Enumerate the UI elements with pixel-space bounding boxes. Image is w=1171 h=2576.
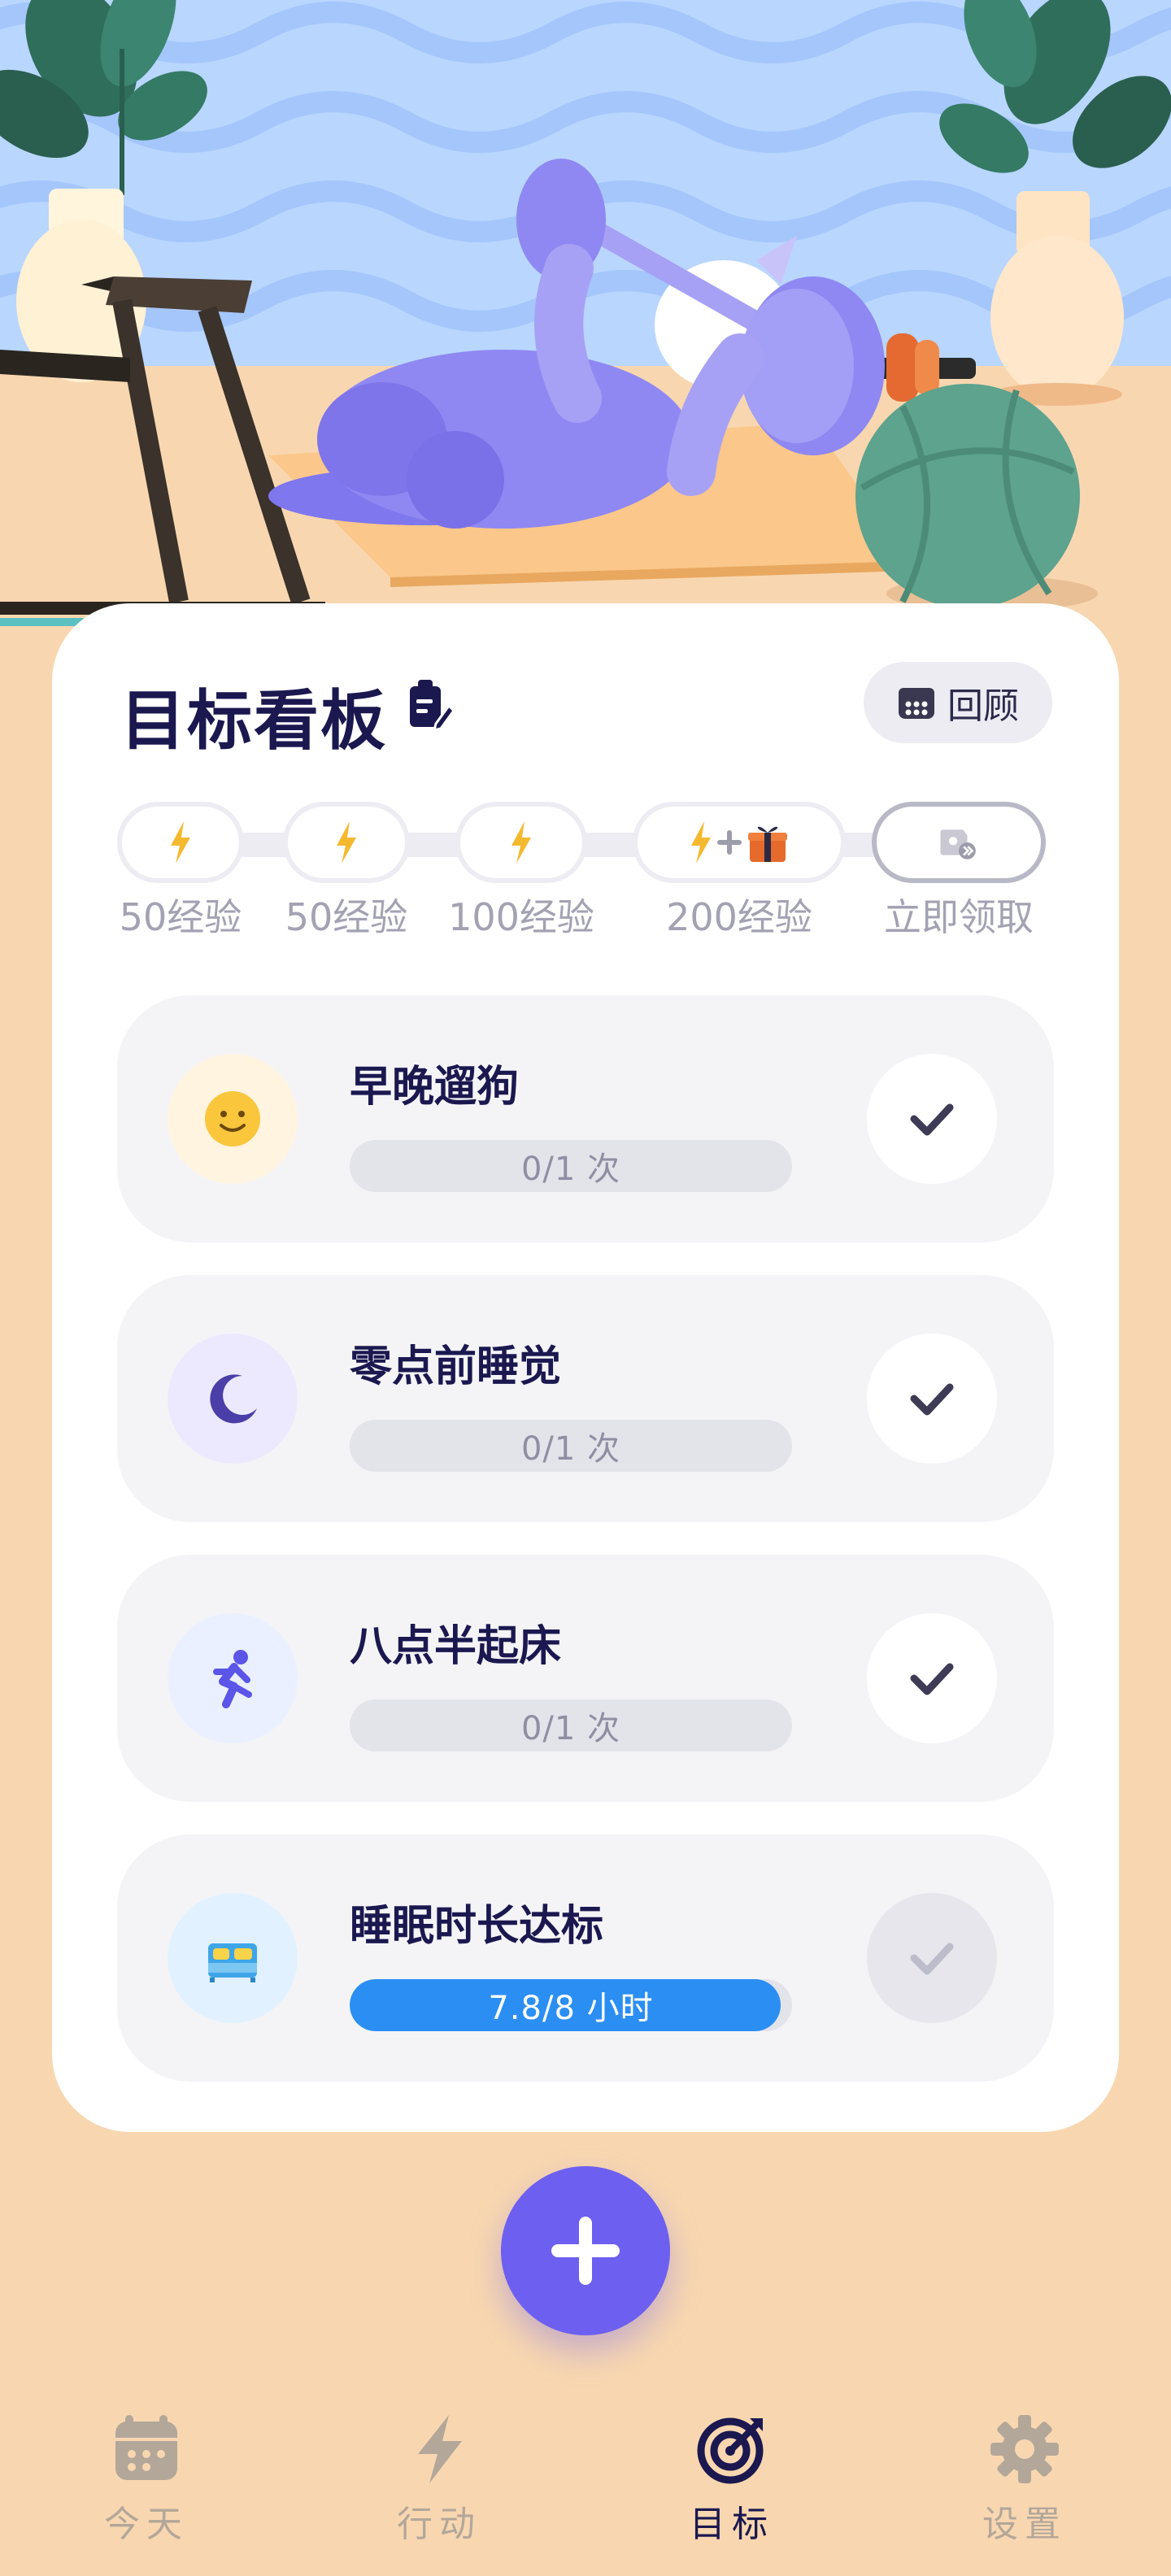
claim-ticket-icon: [940, 829, 976, 859]
check-icon: [910, 1383, 954, 1416]
goal-icon-badge: [168, 1613, 298, 1743]
plus-icon: [717, 830, 742, 855]
goal-icon-badge: [168, 1054, 298, 1184]
goal-item-wake-up[interactable]: 八点半起床 0/1 次: [117, 1555, 1054, 1802]
nav-item-goals[interactable]: 目标: [586, 2391, 878, 2576]
goal-progress-bar: 0/1 次: [350, 1420, 792, 1472]
workout-scene-illustration: [0, 0, 1171, 651]
goal-board-card: 目标看板 回顾 50经验 50经验 100经验 200经验 立即领取 早晚遛狗 …: [52, 603, 1119, 2132]
calendar-icon: [899, 688, 934, 719]
complete-check-button[interactable]: [867, 1334, 997, 1464]
goal-progress-text: 7.8/8 小时: [488, 1990, 654, 2027]
goal-progress-text: 0/1 次: [520, 1430, 621, 1468]
target-icon: [697, 2417, 764, 2484]
goal-progress-text: 0/1 次: [520, 1151, 621, 1188]
lightning-icon: [337, 821, 356, 864]
goal-name: 八点半起床: [350, 1622, 562, 1671]
goal-name: 零点前睡觉: [350, 1342, 562, 1391]
goal-name: 早晚遛狗: [350, 1063, 520, 1112]
goal-item-sleep-duration[interactable]: 睡眠时长达标 7.8/8 小时: [117, 1834, 1054, 2082]
hero-illustration: [0, 0, 1171, 651]
smiley-icon: [205, 1091, 260, 1147]
plus-icon: [551, 2217, 620, 2285]
complete-check-button[interactable]: [867, 1054, 997, 1184]
lightning-icon: [511, 821, 531, 864]
check-icon: [910, 1663, 954, 1695]
goal-progress-bar: 7.8/8 小时: [350, 1979, 792, 2031]
nav-label: 行动: [397, 2504, 481, 2545]
review-label: 回顾: [947, 685, 1019, 727]
check-icon: [910, 1943, 954, 1975]
calendar-icon: [115, 2415, 177, 2480]
goal-item-sleep-before-midnight[interactable]: 零点前睡觉 0/1 次: [117, 1275, 1054, 1522]
milestone-label: 50经验: [285, 895, 408, 939]
lightning-icon: [691, 821, 711, 864]
claim-label[interactable]: 立即领取: [869, 888, 1048, 942]
check-icon: [910, 1103, 954, 1136]
complete-check-button[interactable]: [867, 1613, 997, 1743]
complete-check-button[interactable]: [867, 1893, 997, 2023]
gift-icon: [748, 826, 787, 862]
review-button[interactable]: 回顾: [864, 662, 1052, 743]
reward-milestone-4: [633, 802, 846, 883]
milestone-label: 50经验: [119, 895, 242, 939]
goal-progress-bar: 0/1 次: [350, 1699, 792, 1751]
goal-progress-bar: 0/1 次: [350, 1140, 792, 1192]
running-icon: [213, 1650, 252, 1708]
lightning-icon: [418, 2415, 462, 2483]
nav-item-action[interactable]: 行动: [293, 2391, 586, 2576]
lightning-icon: [171, 821, 190, 864]
goal-progress-text: 0/1 次: [520, 1710, 621, 1747]
nav-label: 设置: [982, 2504, 1067, 2545]
goal-name: 睡眠时长达标: [350, 1902, 604, 1951]
edit-list-icon[interactable]: [405, 678, 454, 733]
bottom-nav: 今天 行动 目标 设置: [0, 2391, 1171, 2576]
nav-label: 今天: [104, 2504, 189, 2545]
moon-icon: [210, 1374, 257, 1424]
claim-reward-button[interactable]: [872, 802, 1046, 883]
bed-icon: [208, 1943, 257, 1982]
milestone-label: 200经验: [666, 895, 812, 939]
reward-milestone-1: [117, 802, 244, 883]
page-title: 目标看板: [120, 683, 387, 759]
nav-item-today[interactable]: 今天: [0, 2391, 293, 2576]
goal-item-walk-dog[interactable]: 早晚遛狗 0/1 次: [117, 995, 1054, 1242]
add-goal-button[interactable]: [501, 2166, 670, 2335]
nav-item-settings[interactable]: 设置: [878, 2391, 1171, 2576]
reward-milestone-2: [283, 802, 410, 883]
milestone-label: 100经验: [448, 895, 594, 939]
goal-icon-badge: [168, 1334, 298, 1464]
reward-milestone-3: [455, 802, 587, 883]
nav-label: 目标: [690, 2504, 774, 2545]
goal-icon-badge: [168, 1893, 298, 2023]
gear-icon: [990, 2415, 1059, 2483]
